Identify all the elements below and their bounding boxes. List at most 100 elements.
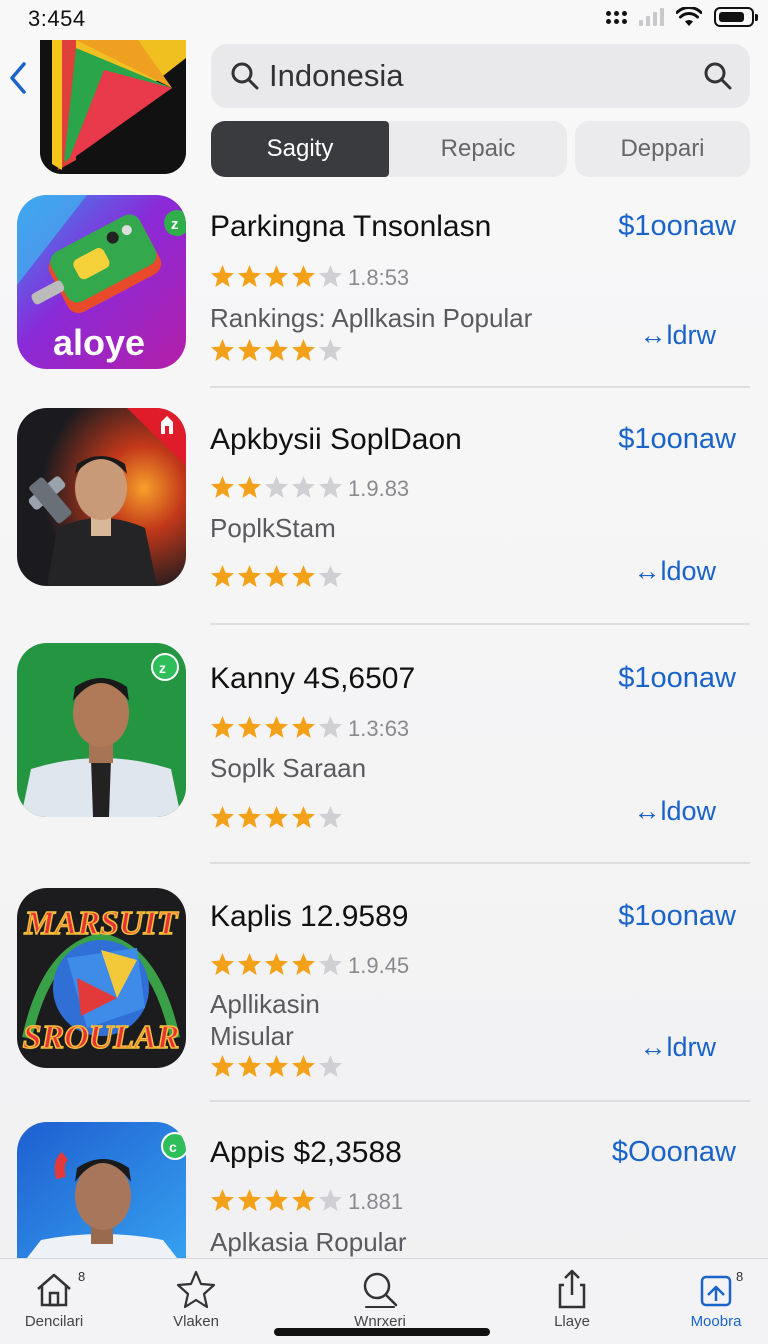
tab-moobra[interactable]: 8 Moobra bbox=[666, 1267, 766, 1330]
app-icon[interactable]: c bbox=[17, 1122, 186, 1258]
star-filled-icon bbox=[292, 565, 315, 587]
star-empty-icon bbox=[292, 476, 315, 498]
app-title[interactable]: Appis $2,3588 bbox=[210, 1136, 402, 1170]
star-filled-icon bbox=[238, 806, 261, 828]
rating-stars bbox=[210, 475, 343, 499]
tab-label: Llaye bbox=[554, 1313, 590, 1330]
rating-stars bbox=[210, 952, 343, 976]
tab-label: Vlaken bbox=[173, 1313, 219, 1330]
app-title[interactable]: Kanny 4S,6507 bbox=[210, 662, 415, 696]
divider bbox=[210, 1100, 750, 1102]
get-button[interactable]: ↔ldrw bbox=[639, 320, 716, 351]
star-empty-icon bbox=[319, 716, 342, 738]
star-filled-icon bbox=[292, 265, 315, 287]
rating-stars-secondary bbox=[210, 805, 343, 829]
star-filled-icon bbox=[238, 1189, 261, 1211]
star-filled-icon bbox=[265, 953, 288, 975]
home-icon bbox=[37, 1273, 71, 1307]
star-icon bbox=[176, 1270, 216, 1309]
star-filled-icon bbox=[265, 339, 288, 361]
rating-stars bbox=[210, 715, 343, 739]
star-filled-icon bbox=[265, 265, 288, 287]
get-button[interactable]: ↔ldow bbox=[633, 796, 716, 827]
segment-repaic[interactable]: Repaic bbox=[389, 121, 567, 177]
star-filled-icon bbox=[238, 339, 261, 361]
tab-badge: 8 bbox=[78, 1269, 86, 1284]
tab-badge: 8 bbox=[736, 1269, 744, 1284]
star-filled-icon bbox=[238, 565, 261, 587]
tab-label: Moobra bbox=[690, 1313, 742, 1330]
star-filled-icon bbox=[211, 806, 234, 828]
segment-sagity[interactable]: Sagity bbox=[211, 121, 389, 177]
svg-text:SROULAR: SROULAR bbox=[23, 1019, 180, 1056]
divider bbox=[210, 386, 750, 388]
star-empty-icon bbox=[319, 476, 342, 498]
svg-text:z: z bbox=[171, 216, 179, 233]
app-title[interactable]: Apkbysii SoplDaon bbox=[210, 423, 462, 457]
search-submit-icon[interactable] bbox=[702, 60, 734, 92]
svg-text:c: c bbox=[169, 1139, 177, 1155]
chevron-left-icon bbox=[10, 62, 26, 94]
rating-count: 1.8:53 bbox=[348, 265, 410, 290]
star-filled-icon bbox=[211, 1055, 234, 1077]
app-subtitle: Soplk Saraan bbox=[210, 753, 367, 783]
wifi-icon bbox=[676, 7, 702, 26]
store-logo bbox=[40, 40, 186, 174]
app-title[interactable]: Parkingna Tnsonlasn bbox=[210, 210, 491, 244]
star-filled-icon bbox=[292, 953, 315, 975]
updates-icon bbox=[700, 1275, 732, 1307]
tab-vlaken[interactable]: Vlaken bbox=[146, 1267, 246, 1330]
search-icon bbox=[231, 62, 259, 90]
search-input[interactable] bbox=[269, 58, 702, 94]
share-icon bbox=[558, 1269, 586, 1309]
star-empty-icon bbox=[319, 265, 342, 287]
tab-llaye[interactable]: Llaye bbox=[522, 1267, 622, 1330]
rating-stars-secondary bbox=[210, 1054, 343, 1078]
app-icon-wordmark: aloye bbox=[53, 322, 145, 363]
star-empty-icon bbox=[319, 1189, 342, 1211]
app-price-button[interactable]: $1oonaw bbox=[618, 423, 736, 456]
search-bar[interactable] bbox=[211, 44, 750, 108]
star-filled-icon bbox=[211, 476, 234, 498]
get-button[interactable]: ↔ldow bbox=[633, 556, 716, 587]
app-icon[interactable]: MARSUIT SROULAR bbox=[17, 888, 186, 1068]
star-filled-icon bbox=[265, 806, 288, 828]
star-filled-icon bbox=[211, 565, 234, 587]
search-icon bbox=[363, 1272, 398, 1308]
tab-wnrxeri[interactable]: Wnrxeri bbox=[330, 1267, 430, 1330]
rating-count: 1.9.83 bbox=[348, 476, 410, 501]
tab-dencilari[interactable]: 8 Dencilari bbox=[4, 1267, 104, 1330]
app-price-button[interactable]: $1oonaw bbox=[618, 210, 736, 243]
rating-count: 1.9.45 bbox=[348, 953, 410, 978]
app-price-button[interactable]: $1oonaw bbox=[618, 662, 736, 695]
star-empty-icon bbox=[319, 806, 342, 828]
app-price-button[interactable]: $Ooonaw bbox=[612, 1136, 736, 1169]
star-filled-icon bbox=[292, 339, 315, 361]
app-title[interactable]: Kaplis 12.9589 bbox=[210, 900, 409, 934]
home-indicator bbox=[274, 1328, 490, 1336]
star-filled-icon bbox=[211, 953, 234, 975]
app-subtitle: Aplkasia Ropular bbox=[210, 1227, 407, 1257]
star-filled-icon bbox=[211, 265, 234, 287]
tab-label: Dencilari bbox=[24, 1313, 84, 1330]
app-icon[interactable]: z aloye bbox=[17, 195, 186, 369]
app-icon[interactable]: z bbox=[17, 643, 186, 817]
svg-text:MARSUIT: MARSUIT bbox=[23, 905, 178, 942]
star-filled-icon bbox=[265, 1055, 288, 1077]
star-empty-icon bbox=[319, 1055, 342, 1077]
star-filled-icon bbox=[265, 565, 288, 587]
status-time: 3:454 bbox=[28, 6, 86, 31]
star-empty-icon bbox=[265, 476, 288, 498]
app-icon[interactable] bbox=[17, 408, 186, 586]
app-price-button[interactable]: $1oonaw bbox=[618, 900, 736, 933]
star-filled-icon bbox=[211, 1189, 234, 1211]
back-button[interactable] bbox=[4, 56, 32, 100]
rating-stars bbox=[210, 264, 343, 288]
star-filled-icon bbox=[238, 265, 261, 287]
segment-deppari[interactable]: Deppari bbox=[575, 121, 750, 177]
rating-stars-secondary bbox=[210, 564, 343, 588]
status-icons bbox=[606, 6, 758, 28]
get-button[interactable]: ↔ldrw bbox=[639, 1032, 716, 1063]
star-filled-icon bbox=[292, 806, 315, 828]
star-filled-icon bbox=[292, 716, 315, 738]
